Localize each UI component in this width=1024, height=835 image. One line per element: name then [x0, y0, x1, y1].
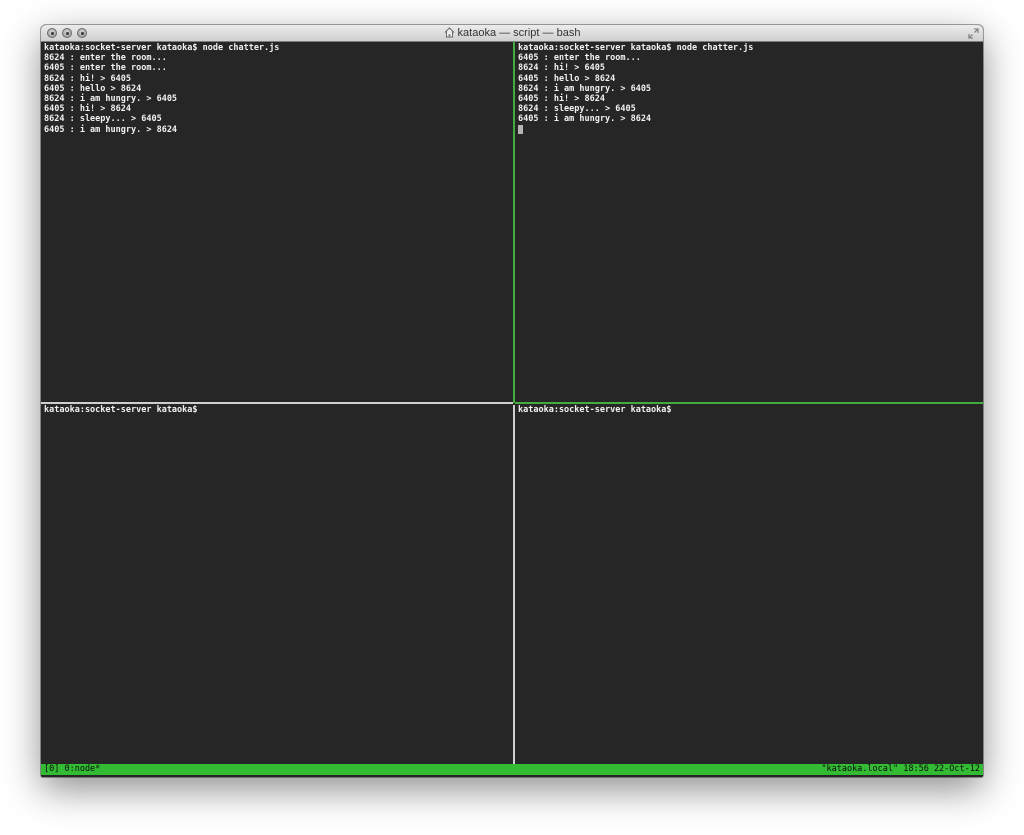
terminal-line: 8624 : enter the room... [44, 53, 167, 64]
text-cursor [518, 124, 523, 134]
terminal-line: 6405 : hello > 8624 [44, 83, 142, 94]
terminal-line: 8624 : hi! > 6405 [44, 73, 131, 84]
home-folder-icon [444, 27, 454, 38]
terminal-line: 8624 : sleepy... > 6405 [44, 114, 162, 125]
terminal-pane-top-left[interactable]: kataoka:socket-server kataoka$ node chat… [41, 42, 513, 402]
terminal-line: 8624 : i am hungry. > 6405 [44, 93, 178, 104]
terminal-pane-bottom-left[interactable]: kataoka:socket-server kataoka$ [41, 404, 513, 764]
fullscreen-icon[interactable] [968, 28, 979, 39]
tmux-session: kataoka:socket-server kataoka$ node chat… [41, 42, 983, 777]
terminal-line: kataoka:socket-server kataoka$ [44, 405, 198, 415]
terminal-line: 8624 : i am hungry. > 6405 [518, 83, 652, 94]
pane-divider-horizontal[interactable] [41, 402, 513, 404]
pane-divider-vertical[interactable] [513, 405, 515, 764]
terminal-line: 6405 : enter the room... [518, 53, 641, 64]
terminal-line: 6405 : hello > 8624 [518, 73, 616, 84]
tmux-status-bar: [0] 0:node* "kataoka.local" 18:56 22-Oct… [41, 764, 983, 775]
terminal-line: 6405 : i am hungry. > 8624 [518, 114, 652, 125]
terminal-line: 6405 : enter the room... [44, 63, 167, 74]
terminal-pane-bottom-right[interactable]: kataoka:socket-server kataoka$ [515, 404, 983, 764]
window-title-area: kataoka — script — bash [41, 25, 983, 41]
cursor-line [518, 124, 983, 135]
terminal-line: 6405 : i am hungry. > 8624 [44, 124, 178, 135]
terminal-line: 6405 : hi! > 8624 [44, 104, 131, 115]
status-window-list[interactable]: [0] 0:node* [44, 764, 100, 775]
terminal-line: kataoka:socket-server kataoka$ [518, 405, 672, 415]
pane-divider-vertical-active[interactable] [513, 42, 515, 403]
terminal-pane-top-right[interactable]: kataoka:socket-server kataoka$ node chat… [515, 42, 983, 402]
terminal-line: kataoka:socket-server kataoka$ node chat… [518, 43, 754, 53]
status-host-time: "kataoka.local" 18:56 22-Oct-12 [821, 764, 980, 774]
terminal-window: kataoka — script — bash kataoka:socket-s… [41, 25, 983, 777]
title-bar[interactable]: kataoka — script — bash [41, 25, 983, 42]
window-title: kataoka — script — bash [457, 27, 581, 39]
terminal-line: 6405 : hi! > 8624 [518, 93, 605, 104]
pane-divider-horizontal-active[interactable] [515, 402, 983, 404]
terminal-line: kataoka:socket-server kataoka$ node chat… [44, 43, 280, 53]
terminal-line: 8624 : sleepy... > 6405 [518, 104, 636, 115]
terminal-line: 8624 : hi! > 6405 [518, 63, 605, 74]
